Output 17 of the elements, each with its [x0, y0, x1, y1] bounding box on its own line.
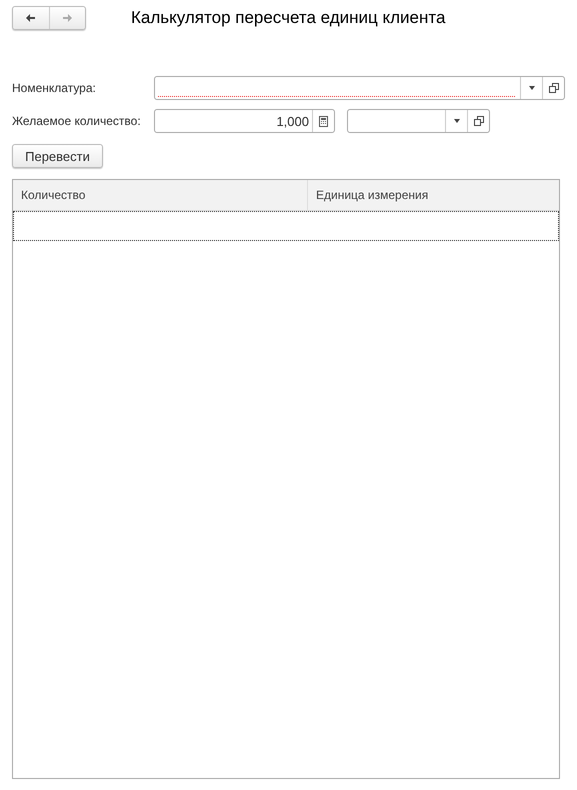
dropdown-icon — [528, 86, 534, 90]
dropdown-icon — [454, 119, 460, 123]
column-header[interactable]: Количество — [13, 180, 308, 210]
choice-field[interactable] — [347, 109, 490, 133]
current-row[interactable] — [13, 211, 559, 241]
column-header[interactable]: Единица измерения — [308, 180, 428, 210]
open-window-icon — [474, 116, 484, 126]
calculator-icon — [319, 116, 328, 126]
right-arrow-icon — [62, 13, 73, 23]
left-arrow-icon — [25, 13, 36, 23]
field-label: Номенклатура: — [12, 81, 97, 95]
convert-button[interactable]: Перевести — [12, 144, 103, 168]
field-label: Желаемое количество: — [12, 114, 142, 128]
number-field[interactable]: 1,000 — [154, 109, 335, 133]
open-window-icon — [548, 83, 558, 93]
window-title: Калькулятор пересчета единиц клиента — [131, 8, 446, 28]
choice-field[interactable] — [154, 76, 565, 100]
